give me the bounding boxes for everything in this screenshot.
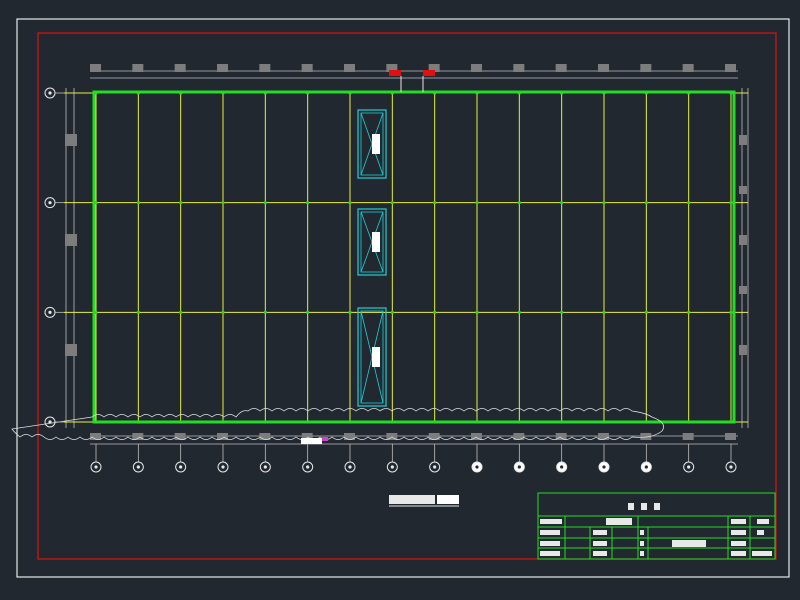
perimeter-beam (92, 90, 736, 424)
grid-node (136, 201, 140, 205)
grid-node (475, 310, 479, 314)
grid-node (517, 310, 521, 314)
grid-node (390, 201, 394, 205)
column-mark-top (640, 64, 652, 72)
grid-node (602, 310, 606, 314)
axis-grid (64, 91, 748, 424)
column-mark-right (739, 235, 747, 245)
bottom-tag (301, 438, 322, 444)
grid-node (517, 201, 521, 205)
grid-node (221, 310, 225, 314)
grid-node (687, 201, 691, 205)
column-mark-left (65, 344, 77, 356)
column-mark-left (65, 134, 77, 146)
grid-node (179, 310, 183, 314)
dimension-lines (65, 70, 749, 445)
column-mark-top (682, 64, 694, 72)
grid-node (348, 201, 352, 205)
column-mark-right (739, 345, 747, 355)
skylight (357, 208, 387, 276)
top-marker-right (423, 70, 435, 76)
column-mark-top (301, 64, 313, 72)
grid-node (729, 310, 733, 314)
skylights (357, 109, 387, 407)
cad-drawing-canvas[interactable] (0, 0, 800, 596)
grid-node (433, 201, 437, 205)
top-marker-left (389, 70, 401, 76)
column-mark-right (739, 135, 747, 145)
grid-node (306, 201, 310, 205)
grid-node (263, 310, 267, 314)
grid-node (644, 201, 648, 205)
column-mark-top (217, 64, 228, 72)
column-mark-top (90, 64, 101, 72)
grid-node (263, 201, 267, 205)
column-mark-right (739, 186, 747, 194)
axis-bubbles (44, 87, 737, 473)
column-mark-bottom (725, 433, 736, 440)
skylight (357, 307, 387, 407)
grid-node (644, 310, 648, 314)
grid-node (390, 310, 394, 314)
grid-node (221, 201, 225, 205)
column-mark-bottom (132, 433, 144, 440)
drawing-border (37, 32, 777, 560)
grid-node (729, 201, 733, 205)
column-mark-top (132, 64, 144, 72)
grid-node (560, 310, 564, 314)
column-mark-top (174, 64, 186, 72)
column-mark-top (513, 64, 525, 72)
grid-node (475, 201, 479, 205)
column-mark-top (344, 64, 355, 72)
grid-node (179, 201, 183, 205)
grid-node (687, 310, 691, 314)
grid-node (433, 310, 437, 314)
column-mark-top (725, 64, 736, 72)
skylight (357, 109, 387, 179)
bottom-tag-accent (322, 437, 328, 441)
grid-node (348, 310, 352, 314)
title-block (537, 492, 776, 560)
grid-node (560, 201, 564, 205)
drawing-title (389, 495, 459, 507)
grid-node (602, 201, 606, 205)
column-marks (65, 64, 747, 440)
grid-node (136, 310, 140, 314)
grid-node (306, 310, 310, 314)
column-mark-top (555, 64, 567, 72)
column-mark-bottom (682, 433, 694, 440)
column-mark-top (259, 64, 271, 72)
column-mark-left (65, 234, 77, 246)
column-mark-top (471, 64, 482, 72)
column-mark-top (598, 64, 609, 72)
column-mark-right (739, 286, 747, 294)
